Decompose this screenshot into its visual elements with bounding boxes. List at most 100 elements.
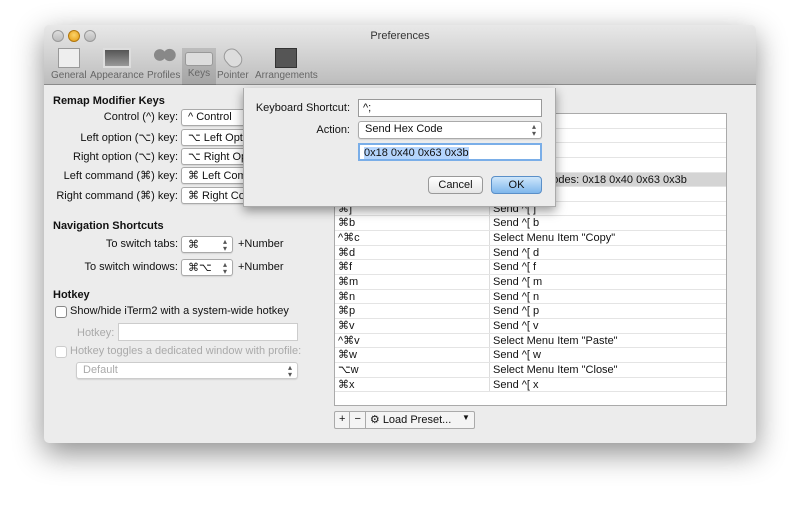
action-label: Action: xyxy=(316,124,350,136)
tab-pointer[interactable]: Pointer xyxy=(214,45,252,85)
action-cell: Send ^[ f xyxy=(493,261,537,274)
edit-shortcut-dialog: Keyboard Shortcut: ^; Action: Send Hex C… xyxy=(243,88,556,207)
left-option-label: Left option (⌥) key: xyxy=(80,132,178,144)
table-row[interactable]: ⌘f Send ^[ f xyxy=(335,260,726,276)
profile-select[interactable]: Default ▴ ▾ xyxy=(76,362,298,379)
key-combination-cell: ⌘m xyxy=(335,275,490,289)
show-hide-label: Show/hide iTerm2 with a system-wide hotk… xyxy=(70,305,289,317)
action-cell: Send ^[ n xyxy=(493,290,540,303)
tab-general[interactable]: General xyxy=(48,48,90,85)
table-row[interactable]: ⌘w Send ^[ w xyxy=(335,348,726,363)
toggle-window-checkbox[interactable] xyxy=(55,346,67,358)
table-row[interactable]: ⌥w Select Menu Item "Close" xyxy=(335,362,726,378)
action-cell: Select Menu Item "Close" xyxy=(493,363,618,376)
mouse-icon xyxy=(220,45,246,71)
show-hide-checkbox[interactable] xyxy=(55,306,67,318)
action-cell: Send ^[ m xyxy=(493,276,543,289)
key-combination-cell: ⌥w xyxy=(335,362,490,377)
remap-heading: Remap Modifier Keys xyxy=(53,95,165,107)
key-combination-cell: ⌘v xyxy=(335,318,490,333)
table-row[interactable]: ^⌘v Select Menu Item "Paste" xyxy=(335,333,726,349)
tab-keys[interactable]: Keys xyxy=(182,48,216,85)
tab-label: General xyxy=(51,70,87,81)
left-command-label: Left command (⌘) key: xyxy=(63,170,178,182)
keyboard-icon xyxy=(185,52,213,66)
action-cell: Send ^[ d xyxy=(493,246,540,259)
load-preset-label: Load Preset... xyxy=(382,414,452,426)
key-combination-cell: ⌘n xyxy=(335,289,490,304)
table-row[interactable]: ⌘m Send ^[ m xyxy=(335,275,726,290)
select-value: Send Hex Code xyxy=(365,123,443,135)
tabs-suffix: +Number xyxy=(238,238,284,250)
right-option-label: Right option (⌥) key: xyxy=(73,151,178,163)
table-row[interactable]: ^⌘c Select Menu Item "Copy" xyxy=(335,231,726,246)
gear-icon: ⚙ xyxy=(369,414,380,426)
cancel-button[interactable]: Cancel xyxy=(428,176,483,194)
hotkey-label: Hotkey: xyxy=(77,327,115,339)
switch-windows-label: To switch windows: xyxy=(84,261,178,273)
window-title: Preferences xyxy=(370,30,430,42)
key-combination-cell: ⌘f xyxy=(335,260,490,275)
action-cell: Send ^[ v xyxy=(493,319,539,332)
monitor-icon xyxy=(102,48,131,68)
tab-label: Arrangements xyxy=(255,70,318,81)
add-button[interactable]: + xyxy=(335,412,351,428)
tab-label: Pointer xyxy=(217,70,249,81)
action-cell: Select Menu Item "Paste" xyxy=(493,334,618,347)
table-row[interactable]: ⌘p Send ^[ p xyxy=(335,304,726,319)
hotkey-heading: Hotkey xyxy=(53,289,90,301)
select-value: ⌘⌥ xyxy=(188,262,212,274)
tab-arrangements[interactable]: Arrangements xyxy=(252,48,321,85)
switch-windows-select[interactable]: ⌘⌥ ▴ ▾ xyxy=(181,259,233,276)
tab-label: Keys xyxy=(187,68,211,79)
shortcut-field[interactable]: ^; xyxy=(358,99,542,117)
selected-text: 0x18 0x40 0x63 0x3b xyxy=(364,147,469,159)
action-cell: Send ^[ b xyxy=(493,217,540,230)
key-combination-cell: ⌘b xyxy=(335,216,490,231)
tab-profiles[interactable]: Profiles xyxy=(144,48,183,85)
table-row[interactable]: ⌘d Send ^[ d xyxy=(335,245,726,261)
action-select[interactable]: Send Hex Code ▴ ▾ xyxy=(358,121,542,139)
action-cell: Select Menu Item "Copy" xyxy=(493,232,616,245)
stepper-arrows-icon: ▴ ▾ xyxy=(222,260,227,276)
load-preset-button[interactable]: ⚙ Load Preset... ▼ xyxy=(366,412,474,428)
table-button-bar: + − ⚙ Load Preset... ▼ xyxy=(334,411,475,429)
tab-label: Appearance xyxy=(90,70,144,81)
tab-label: Profiles xyxy=(147,70,181,81)
action-cell: Send ^[ p xyxy=(493,305,540,318)
windows-icon xyxy=(275,48,298,68)
switch-tabs-select[interactable]: ⌘ ▴ ▾ xyxy=(181,236,233,253)
key-combination-cell: ⌘p xyxy=(335,304,490,318)
stepper-arrows-icon: ▴ ▾ xyxy=(222,237,227,253)
control-key-label: Control (^) key: xyxy=(103,111,178,123)
action-cell: Send ^[ x xyxy=(493,378,539,391)
key-combination-cell: ⌘d xyxy=(335,245,490,260)
table-row[interactable]: ⌘v Send ^[ v xyxy=(335,318,726,334)
hex-code-field[interactable]: 0x18 0x40 0x63 0x3b xyxy=(358,143,542,161)
select-value: ^ Control xyxy=(188,111,232,123)
select-value: Default xyxy=(83,364,118,376)
chevron-down-icon: ▼ xyxy=(461,413,470,422)
select-value: ⌘ xyxy=(188,239,199,251)
table-row[interactable]: ⌘b Send ^[ b xyxy=(335,216,726,232)
switch-icon xyxy=(57,48,80,68)
toggle-window-label: Hotkey toggles a dedicated window with p… xyxy=(70,345,302,357)
key-combination-cell: ^⌘c xyxy=(335,231,490,245)
right-command-label: Right command (⌘) key: xyxy=(56,190,178,202)
key-combination-cell: ⌘w xyxy=(335,348,490,362)
tab-appearance[interactable]: Appearance xyxy=(87,48,147,85)
action-cell: Send ^[ w xyxy=(493,349,541,362)
stepper-arrows-icon: ▴ ▾ xyxy=(531,122,536,138)
stepper-arrows-icon: ▴ ▾ xyxy=(287,363,292,379)
table-row[interactable]: ⌘x Send ^[ x xyxy=(335,377,726,393)
shortcut-label: Keyboard Shortcut: xyxy=(255,102,350,114)
hotkey-field[interactable] xyxy=(118,323,298,341)
title-bar: Preferences General Appearance Profiles … xyxy=(44,25,756,85)
switch-tabs-label: To switch tabs: xyxy=(105,238,178,250)
windows-suffix: +Number xyxy=(238,261,284,273)
table-row[interactable]: ⌘n Send ^[ n xyxy=(335,289,726,305)
ok-button[interactable]: OK xyxy=(491,176,542,194)
remove-button[interactable]: − xyxy=(350,412,366,428)
navigation-heading: Navigation Shortcuts xyxy=(53,220,164,232)
key-combination-cell: ^⌘v xyxy=(335,333,490,348)
